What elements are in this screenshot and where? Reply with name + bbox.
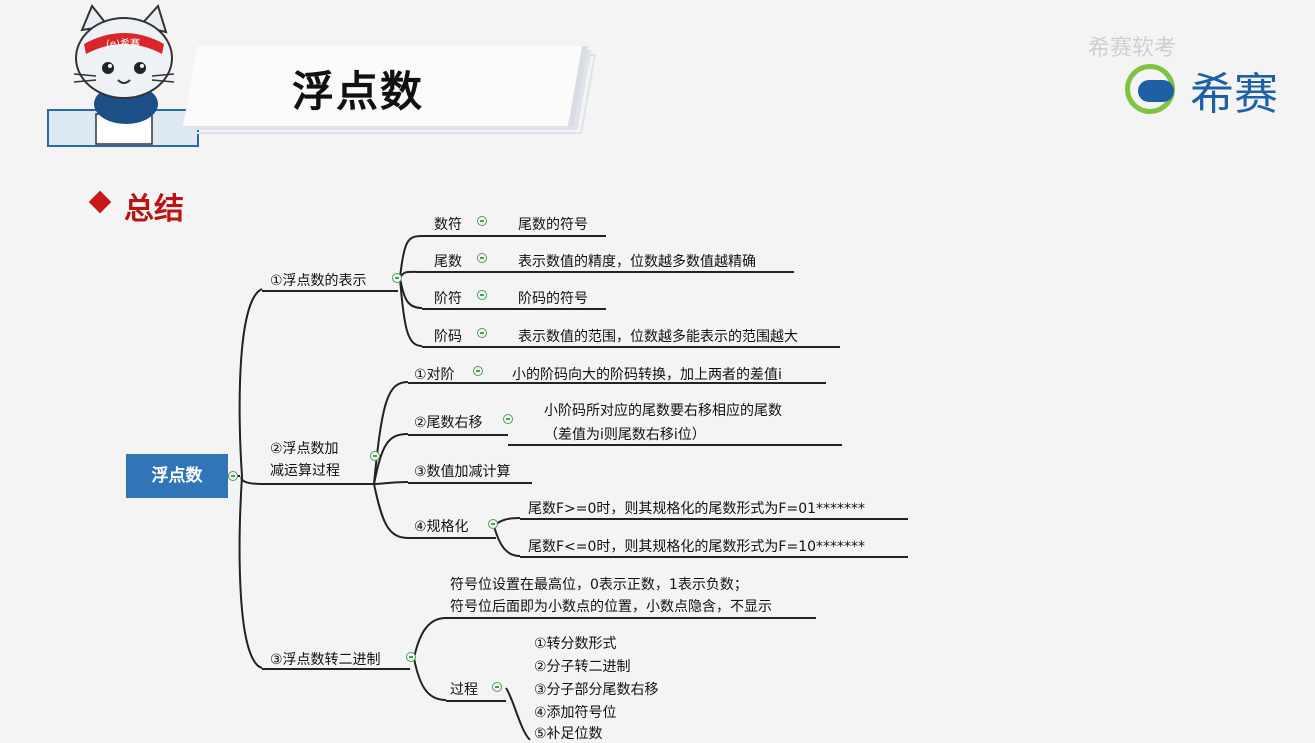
collapse-icon[interactable]	[406, 652, 416, 662]
node-underline	[446, 700, 506, 702]
step-item: ⑤补足位数	[534, 726, 603, 742]
node-underline	[408, 482, 532, 484]
node-underline	[422, 235, 606, 237]
node-desc: 尾数F>=0时，则其规格化的尾数形式为F=01*******	[528, 501, 866, 517]
branch-underline	[262, 483, 374, 485]
collapse-icon[interactable]	[477, 253, 487, 263]
node-desc: 表示数值的范围，位数越多能表示的范围越大	[518, 329, 798, 345]
branch-label: ③浮点数转二进制	[270, 652, 381, 668]
node-label: 阶码	[434, 329, 462, 345]
node-label: 阶符	[434, 291, 462, 307]
node-desc: （差值为i则尾数右移i位）	[544, 427, 706, 443]
node-desc: 小的阶码向大的阶码转换，加上两者的差值i	[512, 367, 782, 383]
branch-label: ①浮点数的表示	[270, 273, 367, 289]
node-label: ③数值加减计算	[414, 464, 511, 480]
node-underline	[408, 382, 826, 384]
node-desc: 表示数值的精度，位数越多数值越精确	[518, 254, 756, 270]
collapse-icon[interactable]	[503, 414, 513, 424]
collapse-icon[interactable]	[370, 451, 380, 461]
branch-underline	[262, 290, 398, 292]
node-underline	[446, 617, 816, 619]
node-label: 数符	[434, 217, 462, 233]
node-underline	[408, 537, 496, 539]
branch-label: ②浮点数加	[270, 441, 339, 457]
node-underline	[508, 444, 842, 446]
collapse-icon[interactable]	[488, 519, 498, 529]
step-item: ②分子转二进制	[534, 659, 631, 675]
branch-label: 减运算过程	[270, 463, 340, 479]
collapse-icon[interactable]	[228, 471, 238, 481]
step-item: ③分子部分尾数右移	[534, 682, 659, 698]
node-note: 符号位设置在最高位，0表示正数，1表示负数；	[450, 577, 748, 593]
node-underline	[422, 271, 794, 273]
node-underline	[520, 518, 908, 520]
root-node: 浮点数	[126, 454, 228, 498]
node-desc: 阶码的符号	[518, 291, 588, 307]
collapse-icon[interactable]	[473, 366, 483, 376]
collapse-icon[interactable]	[492, 682, 502, 692]
step-item: ①转分数形式	[534, 636, 617, 652]
node-underline	[422, 346, 840, 348]
collapse-icon[interactable]	[477, 216, 487, 226]
node-label: 过程	[450, 682, 478, 698]
step-item: ④添加符号位	[534, 705, 617, 721]
node-underline	[520, 556, 908, 558]
node-desc: 尾数的符号	[518, 217, 588, 233]
node-label: ①对阶	[414, 367, 455, 383]
node-underline	[422, 308, 606, 310]
node-note: 符号位后面即为小数点的位置，小数点隐含，不显示	[450, 599, 772, 615]
node-underline	[408, 434, 508, 436]
collapse-icon[interactable]	[392, 273, 402, 283]
node-label: ④规格化	[414, 519, 469, 535]
node-desc: 小阶码所对应的尾数要右移相应的尾数	[544, 403, 782, 419]
node-label: 尾数	[434, 254, 462, 270]
collapse-icon[interactable]	[477, 328, 487, 338]
collapse-icon[interactable]	[477, 290, 487, 300]
node-label: ②尾数右移	[414, 415, 483, 431]
branch-underline	[262, 668, 410, 670]
node-desc: 尾数F<=0时，则其规格化的尾数形式为F=10*******	[528, 539, 866, 555]
